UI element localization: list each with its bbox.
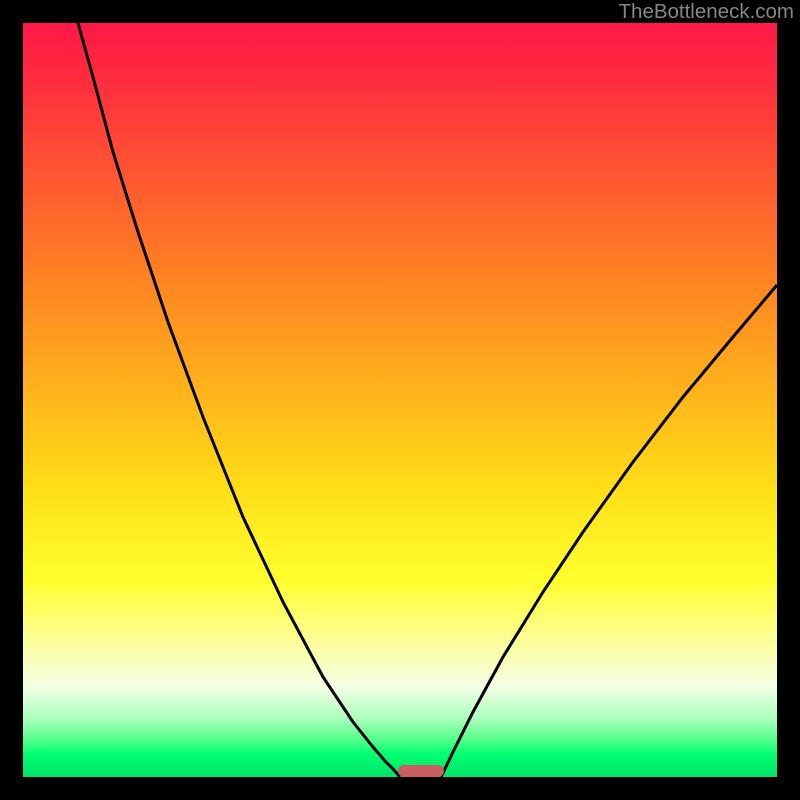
watermark: TheBottleneck.com bbox=[619, 0, 794, 24]
plot-area bbox=[23, 23, 777, 777]
chart-container: TheBottleneck.com bbox=[0, 0, 800, 800]
bottleneck-marker bbox=[398, 765, 444, 777]
